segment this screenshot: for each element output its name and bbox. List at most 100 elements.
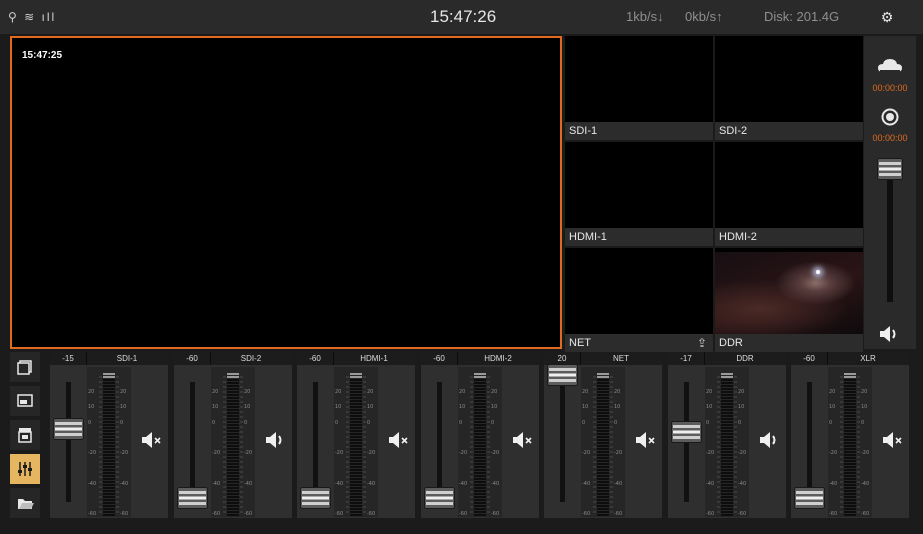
meter-scale-label: 20 <box>459 389 466 395</box>
meter-scale-label: 0 <box>335 420 339 426</box>
output-controls: 00:00:00 00:00:00 <box>864 36 916 349</box>
level-meter: 20 20 10 10 0 0 -20 -20 -40 -40 -60 -60 <box>705 367 749 517</box>
mixer-channel-xlr: -60 XLR 20 20 10 10 0 0 -20 -20 -40 -40 -60 -60 <box>791 352 909 518</box>
fader-track[interactable] <box>190 382 195 502</box>
meter-scale-label: 20 <box>491 389 498 395</box>
meter-scale-label: 20 <box>738 389 745 395</box>
meter-scale-label: -40 <box>861 481 870 487</box>
meter-scale-label: 20 <box>120 389 127 395</box>
meter-scale-label: 0 <box>244 420 248 426</box>
clapper-icon[interactable] <box>10 420 40 450</box>
fader-handle[interactable] <box>671 421 702 443</box>
fader-handle[interactable] <box>177 487 208 509</box>
fader-track[interactable] <box>437 382 442 502</box>
meter-scale-label: 20 <box>861 389 868 395</box>
meter-scale-label: 10 <box>829 404 836 410</box>
meter-scale-label: -40 <box>491 481 500 487</box>
channel-level-value: -60 <box>803 354 815 363</box>
meter-scale-label: -40 <box>706 481 715 487</box>
meter-scale-label: -20 <box>459 450 468 456</box>
source-label: SDI-1 <box>565 122 713 140</box>
channel-header: -15 SDI-1 <box>50 352 168 365</box>
source-tile-sdi-1[interactable]: SDI-1 <box>565 36 713 140</box>
fader-handle[interactable] <box>547 364 578 386</box>
fader-handle[interactable] <box>424 487 455 509</box>
channel-name: XLR <box>860 354 876 363</box>
speaker-muted-icon[interactable] <box>387 430 411 450</box>
meter-scale-label: 10 <box>491 404 498 410</box>
level-meter: 20 20 10 10 0 0 -20 -20 -40 -40 -60 -60 <box>87 367 131 517</box>
channel-header: -60 HDMI-1 <box>297 352 415 365</box>
upload-rate: 0kb/s↑ <box>685 9 723 24</box>
settings-gear-icon[interactable]: ⚙ <box>879 0 895 34</box>
status-bar: ⚲ ≋ ıll 15:47:26 1kb/s↓ 0kb/s↑ Disk: 201… <box>0 0 923 34</box>
channel-name: SDI-1 <box>116 354 138 363</box>
source-tile-hdmi-1[interactable]: HDMI-1 <box>565 142 713 246</box>
channel-name: HDMI-1 <box>360 354 388 363</box>
meter-scale-label: -40 <box>614 481 623 487</box>
meter-scale-label: -40 <box>738 481 747 487</box>
meter-scale-label: 0 <box>582 420 586 426</box>
master-fader-track[interactable] <box>887 167 893 302</box>
meter-scale-label: -20 <box>335 450 344 456</box>
mixer-icon[interactable] <box>10 454 40 484</box>
fader-handle[interactable] <box>300 487 331 509</box>
meter-scale-label: 10 <box>706 404 713 410</box>
fader-track[interactable] <box>560 382 565 502</box>
meter-scale-label: 10 <box>614 404 621 410</box>
meter-scale-label: 0 <box>367 420 371 426</box>
meter-scale-label: -40 <box>212 481 221 487</box>
fader-handle[interactable] <box>53 418 84 440</box>
meter-scale-label: -60 <box>491 511 500 517</box>
fader-track[interactable] <box>807 382 812 502</box>
meter-scale-label: 0 <box>829 420 833 426</box>
folder-icon[interactable] <box>10 488 40 518</box>
speaker-icon[interactable] <box>758 430 782 450</box>
speaker-muted-icon[interactable] <box>140 430 164 450</box>
fader-track[interactable] <box>313 382 318 502</box>
record-icon[interactable] <box>864 108 916 131</box>
level-meter: 20 20 10 10 0 0 -20 -20 -40 -40 -60 -60 <box>581 367 625 517</box>
current-time: 15:47:26 <box>430 7 497 26</box>
meter-scale-label: -40 <box>582 481 591 487</box>
master-speaker-icon[interactable] <box>864 324 916 349</box>
fader-track[interactable] <box>66 382 71 502</box>
meter-scale-label: 0 <box>212 420 216 426</box>
meter-scale-label: -20 <box>88 450 97 456</box>
meter-scale-label: -20 <box>582 450 591 456</box>
program-preview[interactable]: 15:47:25 <box>10 36 562 349</box>
meter-scale-label: 0 <box>491 420 495 426</box>
meter-scale-label: -60 <box>88 511 97 517</box>
pip-icon[interactable] <box>10 386 40 416</box>
upload-icon[interactable]: ⇪ <box>697 334 707 352</box>
cloud-stream-icon[interactable] <box>864 58 916 79</box>
meter-scale-label: 20 <box>367 389 374 395</box>
speaker-muted-icon[interactable] <box>881 430 905 450</box>
speaker-muted-icon[interactable] <box>511 430 535 450</box>
source-tile-sdi-2[interactable]: SDI-2 <box>715 36 863 140</box>
fader-handle[interactable] <box>794 487 825 509</box>
source-label: DDR <box>715 334 863 352</box>
channel-level-value: -60 <box>433 354 445 363</box>
speaker-icon[interactable] <box>264 430 288 450</box>
source-tile-hdmi-2[interactable]: HDMI-2 <box>715 142 863 246</box>
source-tile-ddr[interactable]: DDR <box>715 248 863 352</box>
speaker-muted-icon[interactable] <box>634 430 658 450</box>
meter-scale-label: 0 <box>738 420 742 426</box>
source-tile-net[interactable]: NET ⇪ <box>565 248 713 352</box>
meter-scale-label: 20 <box>88 389 95 395</box>
meter-scale-label: 10 <box>738 404 745 410</box>
meter-scale-label: 0 <box>88 420 92 426</box>
meter-scale-label: 10 <box>861 404 868 410</box>
master-fader-handle[interactable] <box>877 158 903 180</box>
meter-scale-label: 10 <box>212 404 219 410</box>
meter-scale-label: -20 <box>367 450 376 456</box>
meter-scale-label: -20 <box>738 450 747 456</box>
mixer-channel-ddr: -17 DDR 20 20 10 10 0 0 -20 -20 -40 -40 -60 -60 <box>668 352 786 518</box>
meter-scale-label: -60 <box>861 511 870 517</box>
source-label: NET <box>569 337 591 349</box>
multiview-icon[interactable] <box>10 352 40 382</box>
meter-scale-label: 10 <box>88 404 95 410</box>
channel-level-value: -17 <box>680 354 692 363</box>
mixer-channel-sdi-1: -15 SDI-1 20 20 10 10 0 0 -20 -20 -40 -40 -60 -60 <box>50 352 168 518</box>
